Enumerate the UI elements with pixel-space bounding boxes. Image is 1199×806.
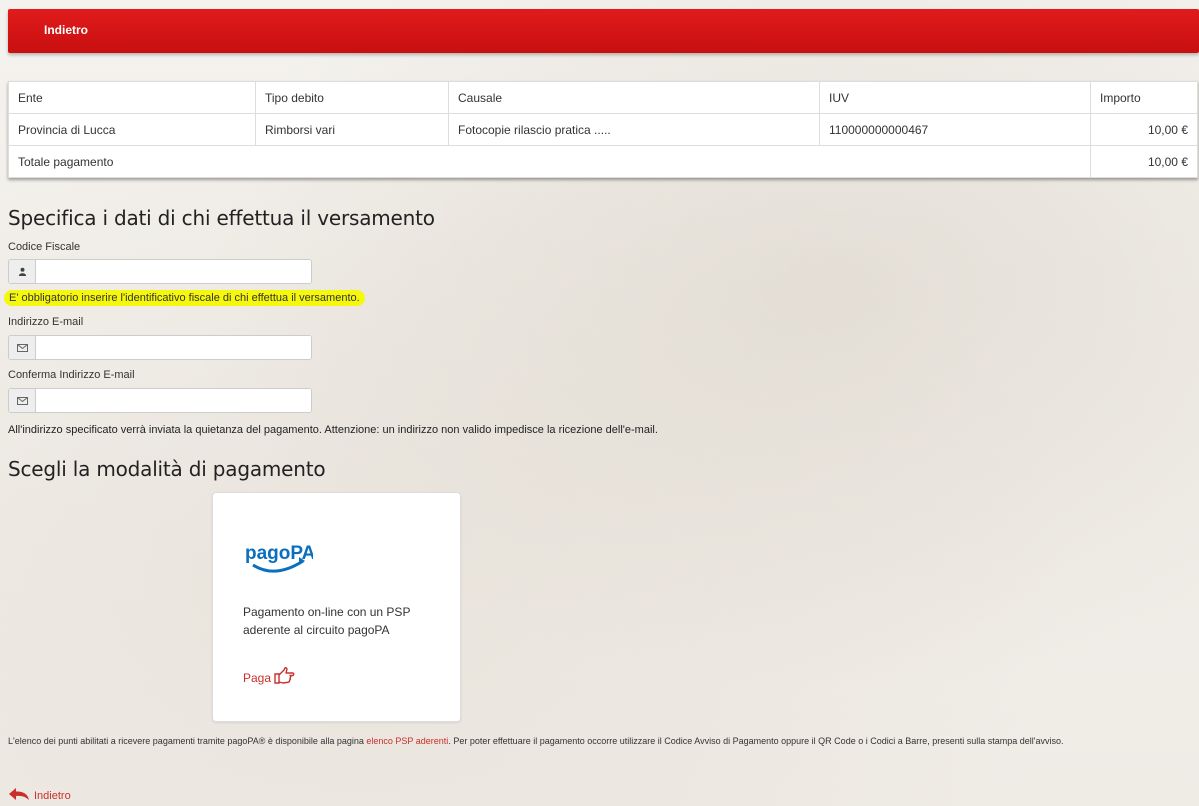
top-bar: Indietro — [8, 9, 1199, 53]
email-confirm-label: Conferma Indirizzo E-mail — [8, 369, 135, 381]
cell-ente: Provincia di Lucca — [8, 113, 256, 146]
codice-fiscale-error: E' obbligatorio inserire l'identificativ… — [4, 290, 365, 306]
pay-label: Paga — [243, 670, 272, 685]
total-label: Totale pagamento — [8, 145, 1091, 178]
footer-text-before: L'elenco dei punti abilitati a ricevere … — [8, 736, 367, 746]
email-group — [8, 335, 312, 360]
email-label: Indirizzo E-mail — [8, 316, 84, 328]
payment-section-title: Scegli la modalità di pagamento — [8, 457, 326, 481]
user-icon — [9, 260, 36, 283]
total-row: Totale pagamento 10,00 € — [8, 145, 1198, 178]
email-note: All'indirizzo specificato verrà inviata … — [8, 424, 658, 436]
pagopa-logo: pagoPA — [243, 537, 316, 582]
email-confirm-group — [8, 388, 312, 413]
envelope-icon — [9, 336, 36, 359]
cell-causale: Fotocopie rilascio pratica ..... — [448, 113, 820, 146]
payer-section-title: Specifica i dati di chi effettua il vers… — [8, 206, 435, 230]
back-link-bottom[interactable]: Indietro — [8, 787, 71, 804]
email-confirm-input[interactable] — [36, 389, 311, 412]
pagopa-description: Pagamento on-line con un PSP aderente al… — [243, 605, 411, 637]
footer-text-after: . Per poter effettuare il pagamento occo… — [448, 736, 1064, 746]
total-value: 10,00 € — [1090, 145, 1198, 178]
envelope-icon — [9, 389, 36, 412]
table-header-row: Ente Tipo debito Causale IUV Importo — [8, 81, 1198, 114]
cell-importo: 10,00 € — [1090, 113, 1198, 146]
codice-fiscale-input[interactable] — [36, 260, 311, 283]
codice-fiscale-label: Codice Fiscale — [8, 241, 81, 253]
reply-arrow-icon — [8, 787, 30, 804]
hand-pointer-icon — [273, 666, 295, 688]
debt-table: Ente Tipo debito Causale IUV Importo Pro… — [8, 81, 1198, 178]
col-tipo-debito: Tipo debito — [255, 81, 449, 114]
cell-tipo-debito: Rimborsi vari — [255, 113, 449, 146]
psp-list-link[interactable]: elenco PSP aderenti — [366, 736, 448, 746]
table-row: Provincia di Lucca Rimborsi vari Fotocop… — [8, 113, 1198, 146]
col-causale: Causale — [448, 81, 820, 114]
cell-iuv: 110000000000467 — [819, 113, 1091, 146]
footer-info: L'elenco dei punti abilitati a ricevere … — [8, 734, 1188, 748]
pagopa-card[interactable]: pagoPA Pagamento on-line con un PSP ader… — [212, 492, 461, 722]
col-iuv: IUV — [819, 81, 1091, 114]
codice-fiscale-group — [8, 259, 312, 284]
email-input[interactable] — [36, 336, 311, 359]
back-link-top[interactable]: Indietro — [44, 23, 88, 37]
col-ente: Ente — [8, 81, 256, 114]
col-importo: Importo — [1090, 81, 1198, 114]
back-label-bottom: Indietro — [34, 789, 71, 802]
pay-button[interactable]: Paga — [243, 666, 295, 688]
